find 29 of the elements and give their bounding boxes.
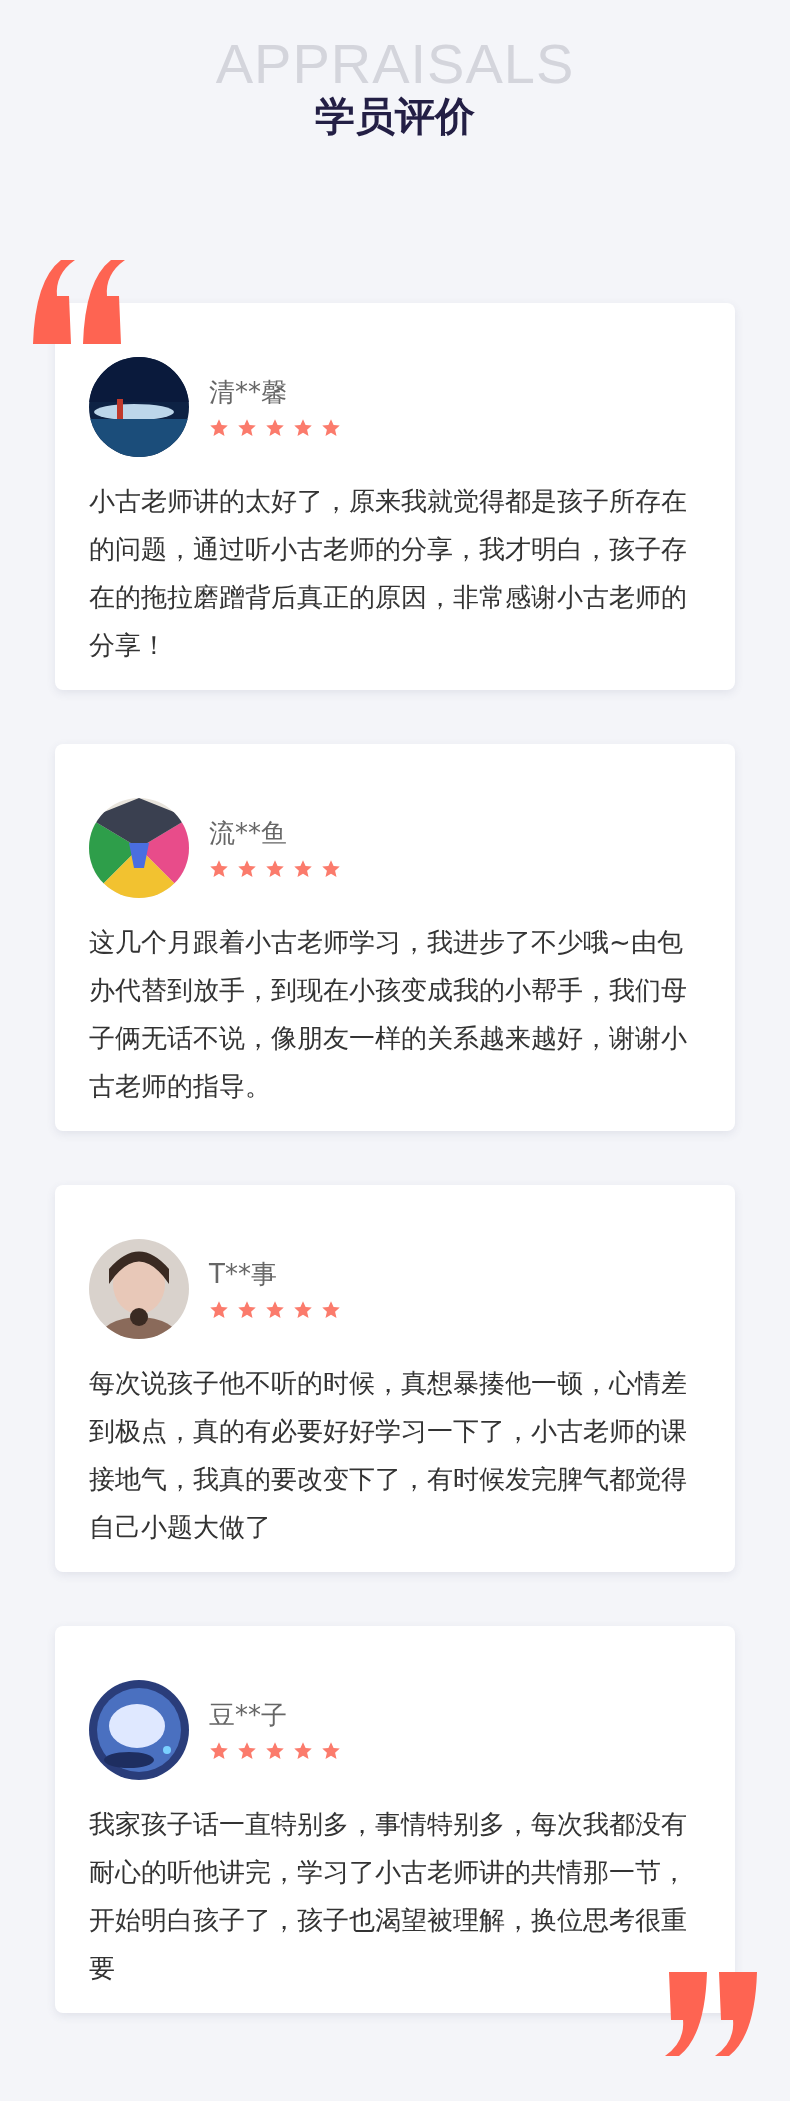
- reviewer-name: 流**鱼: [209, 817, 288, 849]
- star-icon: [321, 418, 341, 438]
- reviewer-name: T**事: [209, 1258, 278, 1290]
- review-text: 小古老师讲的太好了，原来我就觉得都是孩子所存在的问题，通过听小古老师的分享，我才明白，孩子存在的拖拉磨蹭背后真正的原因，非常感谢小古老师的分享！: [89, 485, 688, 662]
- star-icon: [265, 859, 285, 879]
- star-icon: [209, 418, 229, 438]
- star-icon: [209, 859, 229, 879]
- review-text: 我家孩子话一直特别多，事情特别多，每次我都没有耐心的听他讲完，学习了小古老师讲的共情那一节，开始明白孩子了，孩子也渴望被理解，换位思考很重要: [89, 1808, 688, 1985]
- star-icon: [209, 1300, 229, 1320]
- star-icon: [321, 859, 341, 879]
- star-icon: [293, 418, 313, 438]
- reviewer-name: 豆**子: [209, 1699, 288, 1731]
- star-icon: [209, 1741, 229, 1761]
- star-icon: [237, 1741, 257, 1761]
- star-icon: [293, 1741, 313, 1761]
- star-icon: [293, 859, 313, 879]
- star-icon: [237, 1300, 257, 1320]
- star-icon: [237, 418, 257, 438]
- star-icon: [293, 1300, 313, 1320]
- review-text: 每次说孩子他不听的时候，真想暴揍他一顿，心情差到极点，真的有必要好好学习一下了，小古老师的课接地气，我真的要改变下了，有时候发完脾气都觉得自己小题大做了: [89, 1367, 688, 1544]
- reviewer-name: 清**馨: [209, 376, 288, 408]
- star-icon: [265, 1300, 285, 1320]
- star-icon: [237, 859, 257, 879]
- review-text: 这几个月跟着小古老师学习，我进步了不少哦~由包办代替到放手，到现在小孩变成我的小帮手，我们母子俩无话不说，像朋友一样的关系越来越好，谢谢小古老师的指导。: [89, 926, 688, 1103]
- star-icon: [265, 418, 285, 438]
- star-icon: [321, 1300, 341, 1320]
- section-title: 学员评价: [315, 92, 475, 141]
- star-icon: [265, 1741, 285, 1761]
- star-icon: [321, 1741, 341, 1761]
